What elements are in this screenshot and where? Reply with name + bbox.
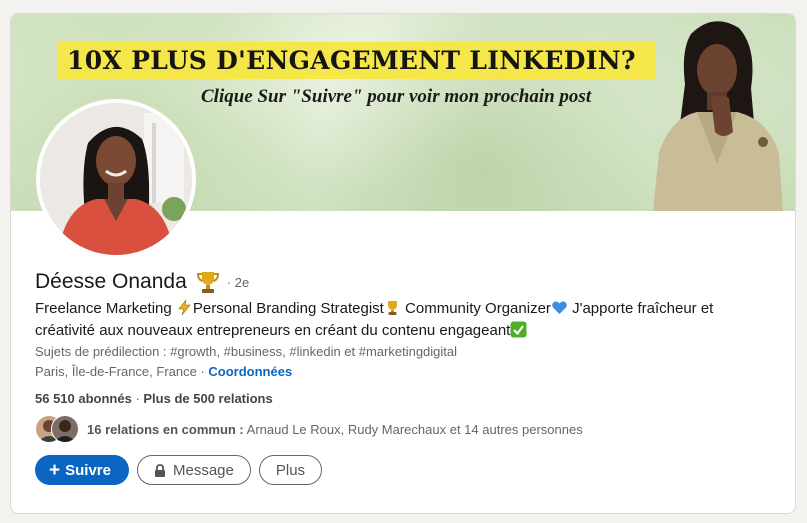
contact-info-link[interactable]: Coordonnées — [208, 364, 292, 379]
banner-headline: 10X PLUS D'ENGAGEMENT LINKEDIN? — [67, 46, 636, 75]
connection-degree: · 2e — [226, 274, 250, 290]
headline-part-3: Community Organizer — [400, 300, 551, 317]
profile-name: Déesse Onanda — [35, 270, 187, 293]
mutual-connections-text: 16 relations en commun : Arnaud Le Roux,… — [87, 422, 583, 437]
more-label: Plus — [275, 461, 306, 479]
plus-icon: + — [49, 459, 61, 481]
check-mark-icon — [510, 321, 527, 338]
relations-count[interactable]: Plus de 500 relations — [143, 391, 272, 406]
mutual-names: Arnaud Le Roux, Rudy Marechaux et 14 aut… — [243, 421, 583, 437]
avatar-photo — [40, 103, 192, 255]
avatar[interactable] — [40, 103, 192, 255]
location-text: Paris, Île-de-France, France · — [35, 364, 209, 379]
trophy-small-icon — [387, 301, 397, 315]
profile-headline: Freelance Marketing Personal Branding St… — [35, 298, 775, 342]
more-button[interactable]: Plus — [258, 455, 323, 485]
headline-part-2: Personal Branding Strategist — [192, 300, 384, 317]
mutual-connections[interactable]: 16 relations en commun : Arnaud Le Roux,… — [35, 415, 583, 443]
lock-icon — [155, 463, 165, 477]
profile-topics: Sujets de prédilection : #growth, #busin… — [35, 344, 458, 359]
lightning-icon — [178, 299, 191, 316]
stats-separator: · — [131, 391, 144, 406]
followers-count[interactable]: 56 510 abonnés — [35, 391, 132, 406]
follow-button[interactable]: + Suivre — [35, 455, 129, 485]
trophy-icon — [196, 272, 219, 293]
profile-stats: 56 510 abonnés · Plus de 500 relations — [35, 391, 273, 406]
profile-actions: + Suivre Message Plus — [35, 455, 323, 485]
mutual-avatars — [35, 415, 81, 443]
message-button[interactable]: Message — [137, 455, 251, 485]
headline-part-1: Freelance Marketing — [35, 300, 176, 317]
banner-person-image — [653, 21, 783, 211]
mutual-count: 16 relations en commun : — [87, 421, 244, 437]
blue-heart-icon — [552, 301, 567, 314]
name-row: Déesse Onanda · 2e — [35, 269, 249, 295]
follow-label: Suivre — [65, 461, 111, 479]
message-label: Message — [173, 461, 234, 479]
profile-card: 10X PLUS D'ENGAGEMENT LINKEDIN? Clique S… — [10, 13, 796, 514]
profile-location: Paris, Île-de-France, France · Coordonné… — [35, 364, 292, 379]
mutual-avatar — [51, 415, 79, 443]
banner-subline: Clique Sur "Suivre" pour voir mon procha… — [201, 86, 592, 107]
